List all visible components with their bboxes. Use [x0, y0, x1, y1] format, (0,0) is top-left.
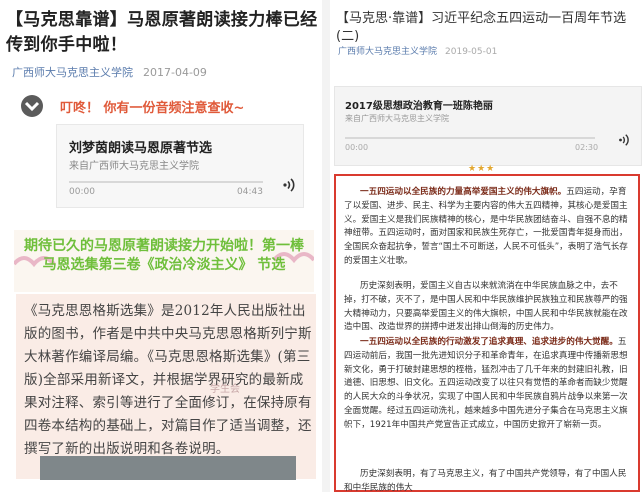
audio-player-card[interactable]: 刘梦茵朗读马恩原著节选 来自广西师大马克思主义学院 00:00 04:43	[56, 124, 304, 208]
article-body-frame: 一五四运动以全民族的力量高举爱国主义的伟大旗帜。五四运动，孕育了以爱国、进步、民…	[334, 174, 640, 492]
audio-progress-bar[interactable]	[345, 137, 595, 139]
audio-title: 刘梦茵朗读马恩原著节选	[69, 141, 213, 156]
banner-text: 叮咚！ 你有一份音频注意查收~	[60, 101, 245, 116]
article-meta: 广西师大马克思主义学院 2019-05-01	[338, 44, 497, 57]
chevron-down-icon	[21, 95, 43, 117]
body-paragraph: 一五四运动以全民族的力量高举爱国主义的伟大旗帜。五四运动，孕育了以爱国、进步、民…	[344, 187, 628, 266]
embedded-image-strip	[40, 456, 296, 480]
intro-paragraph: 《马克思恩格斯选集》是2012年人民出版社出版的图书，作者是中共中央马克思恩格斯…	[24, 303, 312, 457]
audio-duration: 02:30	[575, 143, 599, 152]
article-meta: 广西师大马克思主义学院 2017-04-09	[12, 64, 207, 80]
watermark-text: 学生会	[210, 384, 240, 395]
author-link[interactable]: 广西师大马克思主义学院	[12, 66, 133, 79]
left-article-panel: 【马克思靠谱】马恩原著朗读接力棒已经传到你手中啦！ 广西师大马克思主义学院 201…	[0, 0, 322, 492]
publish-date: 2017-04-09	[143, 66, 207, 79]
audio-source: 来自广西师大马克思主义学院	[69, 161, 199, 172]
audio-current-time: 00:00	[345, 143, 369, 152]
audio-play-icon[interactable]	[281, 177, 297, 193]
article-title[interactable]: 【马克思·靠谱】习近平纪念五四运动一百周年节选 (二)	[336, 10, 640, 46]
publish-date: 2019-05-01	[445, 47, 498, 57]
audio-title: 2017级思想政治教育一班陈艳丽	[345, 101, 493, 112]
audio-duration: 04:43	[237, 187, 263, 197]
right-article-panel: 【马克思·靠谱】习近平纪念五四运动一百周年节选 (二) 广西师大马克思主义学院 2…	[330, 0, 644, 492]
audio-play-icon[interactable]	[617, 133, 631, 147]
headline-text: 期待已久的马恩原著朗读接力开始啦！第一棒马恩选集第三卷《政治冷淡主义》 节选	[24, 238, 304, 273]
decorative-stars: ★★★	[468, 164, 496, 174]
audio-source: 来自广西师大马克思主义学院	[345, 114, 449, 123]
panel-divider	[322, 0, 330, 492]
body-paragraph: 历史深刻表明，有了马克思主义，有了中国共产党领导，有了中国人民和中华民族的伟大	[344, 469, 627, 492]
article-title[interactable]: 【马克思靠谱】马恩原著朗读接力棒已经传到你手中啦！	[6, 8, 318, 58]
audio-progress-bar[interactable]	[69, 181, 263, 183]
audio-player-card[interactable]: 2017级思想政治教育一班陈艳丽 来自广西师大马克思主义学院 00:00 02:…	[334, 86, 642, 166]
body-paragraph: 一五四运动以全民族的行动激发了追求真理、追求进步的伟大觉醒。五四运动前后，我国一…	[344, 337, 628, 430]
body-paragraph: 历史深刻表明，爱国主义自古以来就流淌在中华民族血脉之中，去不掉，打不破，灭不了，…	[344, 281, 628, 333]
audio-notice-banner: 叮咚！ 你有一份音频注意查收~	[20, 95, 318, 117]
audio-current-time: 00:00	[69, 187, 95, 197]
author-link[interactable]: 广西师大马克思主义学院	[338, 47, 437, 57]
